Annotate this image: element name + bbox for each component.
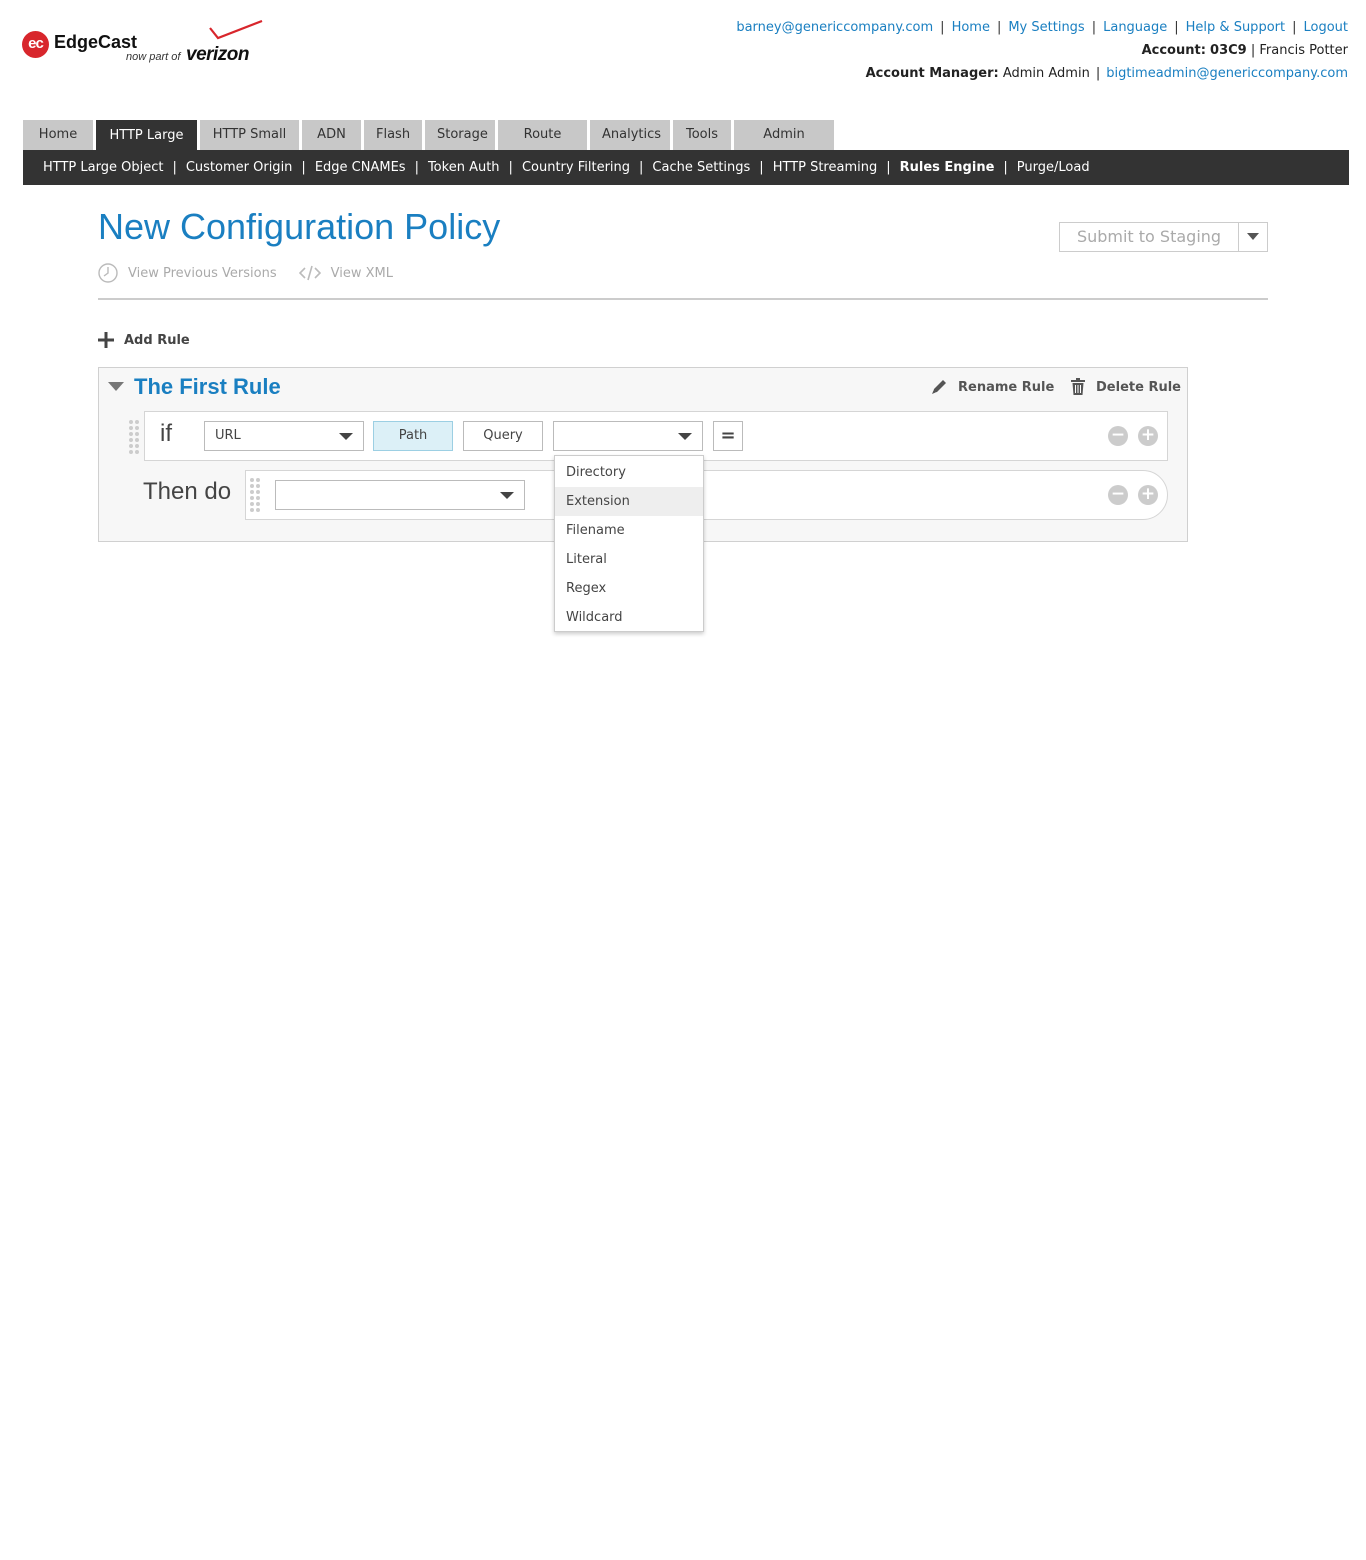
subnav-rules-engine[interactable]: Rules Engine <box>900 160 995 175</box>
sub-navigation: HTTP Large Object | Customer Origin | Edge C… <box>23 150 1349 185</box>
add-rule-button[interactable]: Add Rule <box>98 332 190 348</box>
subnav-http-streaming[interactable]: HTTP Streaming <box>773 160 878 175</box>
plus-icon <box>98 332 114 348</box>
path-toggle-button[interactable]: Path <box>373 421 453 451</box>
dropdown-option-regex[interactable]: Regex <box>555 574 703 603</box>
condition-drag-handle[interactable] <box>129 420 139 454</box>
subnav-token-auth[interactable]: Token Auth <box>428 160 500 175</box>
tab-adn[interactable]: ADN <box>302 120 361 150</box>
view-previous-versions-link[interactable]: View Previous Versions <box>128 266 277 281</box>
subnav-customer-origin[interactable]: Customer Origin <box>186 160 293 175</box>
page-title: New Configuration Policy <box>98 206 501 247</box>
account-info: Account: 03C9 | Francis Potter <box>1141 43 1348 58</box>
ec-logo-mark: ec <box>22 31 49 58</box>
clock-icon <box>98 263 118 283</box>
rename-rule-button[interactable]: Rename Rule <box>930 378 1054 396</box>
query-toggle-button[interactable]: Query <box>463 421 543 451</box>
code-icon <box>298 265 321 281</box>
edgecast-logo[interactable]: ec EdgeCast now part of verizon <box>22 20 263 70</box>
pencil-icon <box>932 380 946 394</box>
tab-tools[interactable]: Tools <box>673 120 731 150</box>
minus-icon: − <box>1110 484 1126 504</box>
delete-rule-button[interactable]: Delete Rule <box>1070 378 1181 396</box>
delete-rule-label: Delete Rule <box>1096 379 1181 395</box>
chevron-down-icon <box>1247 233 1259 240</box>
tab-admin[interactable]: Admin <box>734 120 834 150</box>
add-feature-button[interactable]: + <box>1138 485 1158 505</box>
manager-label: Account Manager: <box>865 66 999 81</box>
minus-icon: − <box>1110 425 1126 445</box>
subnav-cache-settings[interactable]: Cache Settings <box>652 160 750 175</box>
logout-link[interactable]: Logout <box>1303 20 1348 35</box>
tab-analytics[interactable]: Analytics <box>590 120 670 150</box>
tab-storage[interactable]: Storage <box>425 120 495 150</box>
tab-home[interactable]: Home <box>23 120 93 150</box>
main-tabs: Home HTTP Large HTTP Small ADN Flash Sto… <box>23 120 837 172</box>
home-link[interactable]: Home <box>952 20 990 35</box>
version-links: View Previous Versions View XML <box>98 263 415 283</box>
dropdown-option-extension[interactable]: Extension <box>555 487 703 516</box>
subnav-edge-cnames[interactable]: Edge CNAMEs <box>315 160 406 175</box>
rule-title: The First Rule <box>134 374 281 399</box>
subnav-purge-load[interactable]: Purge/Load <box>1017 160 1090 175</box>
rename-rule-label: Rename Rule <box>958 379 1055 395</box>
tab-http-large[interactable]: HTTP Large <box>96 120 197 150</box>
top-links: barney@genericcompany.com | Home | My Settin… <box>736 20 1348 35</box>
dropdown-option-directory[interactable]: Directory <box>555 458 703 487</box>
plus-icon: + <box>1140 425 1156 445</box>
account-name: Francis Potter <box>1259 43 1348 58</box>
remove-feature-button[interactable]: − <box>1108 485 1128 505</box>
trash-icon <box>1071 378 1085 395</box>
logo-partner-text: verizon <box>186 44 250 65</box>
account-id: 03C9 <box>1210 43 1247 58</box>
feature-select[interactable] <box>275 480 525 510</box>
manager-email-link[interactable]: bigtimeadmin@genericcompany.com <box>1106 66 1348 81</box>
chevron-down-icon <box>500 492 514 499</box>
logo-tagline: now part of <box>126 51 181 63</box>
logo-brand-text: EdgeCast <box>54 32 138 52</box>
subnav-http-large-object[interactable]: HTTP Large Object <box>43 160 163 175</box>
chevron-down-icon <box>678 433 692 440</box>
feature-drag-handle[interactable] <box>250 478 260 512</box>
add-condition-button[interactable]: + <box>1138 426 1158 446</box>
tab-flash[interactable]: Flash <box>364 120 422 150</box>
view-xml-link[interactable]: View XML <box>331 266 393 281</box>
path-type-select[interactable] <box>553 421 703 451</box>
match-condition-value: URL <box>215 428 241 443</box>
account-label: Account: <box>1141 43 1206 58</box>
collapse-caret-icon[interactable] <box>108 382 124 392</box>
dropdown-option-wildcard[interactable]: Wildcard <box>555 603 703 632</box>
header-divider <box>98 298 1268 300</box>
subnav-country-filtering[interactable]: Country Filtering <box>522 160 630 175</box>
verizon-check-icon <box>209 20 263 40</box>
submit-options-toggle[interactable] <box>1239 223 1267 251</box>
operator-equals-button[interactable]: = <box>713 421 743 451</box>
tab-route-dns[interactable]: Route DNS <box>498 120 587 172</box>
chevron-down-icon <box>339 433 353 440</box>
dropdown-option-filename[interactable]: Filename <box>555 516 703 545</box>
help-support-link[interactable]: Help & Support <box>1186 20 1285 35</box>
remove-condition-button[interactable]: − <box>1108 426 1128 446</box>
dropdown-option-literal[interactable]: Literal <box>555 545 703 574</box>
tab-http-small[interactable]: HTTP Small <box>200 120 299 150</box>
user-email-link[interactable]: barney@genericcompany.com <box>736 20 933 35</box>
language-link[interactable]: Language <box>1103 20 1167 35</box>
my-settings-link[interactable]: My Settings <box>1008 20 1084 35</box>
match-condition-select[interactable]: URL <box>204 421 364 451</box>
plus-icon: + <box>1140 484 1156 504</box>
then-do-label: Then do <box>143 478 232 505</box>
account-manager-info: Account Manager: Admin Admin | bigtimeadmi… <box>865 66 1348 81</box>
submit-to-staging-button[interactable]: Submit to Staging <box>1060 223 1239 251</box>
add-rule-label: Add Rule <box>124 332 190 348</box>
manager-name: Admin Admin <box>1002 66 1090 81</box>
if-label: if <box>160 420 172 447</box>
submit-to-staging-control: Submit to Staging <box>1059 222 1268 252</box>
path-type-dropdown-menu: Directory Extension Filename Literal Reg… <box>554 455 704 632</box>
